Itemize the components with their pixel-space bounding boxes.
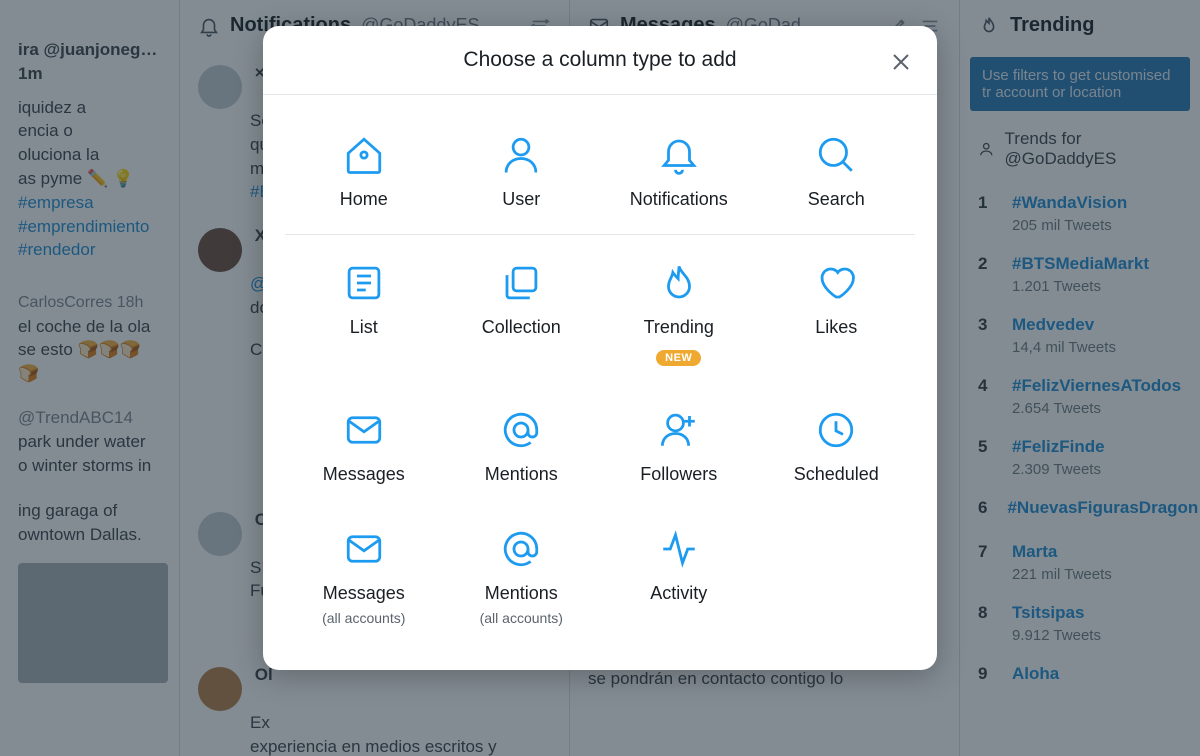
column-type-messages[interactable]: Messages [285,386,443,505]
column-type-mentions-all[interactable]: Mentions (all accounts) [443,505,601,646]
column-type-messages-all[interactable]: Messages (all accounts) [285,505,443,646]
column-type-row: Messages Mentions Followers Scheduled [285,386,915,505]
column-type-collection[interactable]: Collection [443,239,601,386]
column-type-sublabel: (all accounts) [480,610,563,626]
list-icon [336,259,392,307]
new-badge: NEW [656,350,701,366]
column-type-label: Search [808,189,865,210]
column-type-label: Likes [815,317,857,338]
column-type-label: Home [340,189,388,210]
column-type-label: Activity [650,583,707,604]
column-type-label: Notifications [630,189,728,210]
column-type-list[interactable]: List [285,239,443,386]
column-type-notifications[interactable]: Notifications [600,111,758,230]
column-type-sublabel: (all accounts) [322,610,405,626]
modal-title: Choose a column type to add [287,48,913,72]
modal-header: Choose a column type to add [263,26,937,95]
heart-icon [808,259,864,307]
collection-icon [493,259,549,307]
mail-icon [336,406,392,454]
follower-icon [651,406,707,454]
clock-icon [808,406,864,454]
close-button[interactable] [887,48,915,76]
column-type-likes[interactable]: Likes [758,239,916,386]
column-type-label: Messages [323,583,405,604]
close-icon [889,50,913,74]
column-type-row: Messages (all accounts) Mentions (all ac… [285,505,915,646]
at-icon [493,525,549,573]
column-type-label: Followers [640,464,717,485]
column-type-trending[interactable]: Trending NEW [600,239,758,386]
column-type-mentions[interactable]: Mentions [443,386,601,505]
column-type-home[interactable]: Home [285,111,443,230]
mail-icon [336,525,392,573]
home-icon [336,131,392,179]
activity-icon [651,525,707,573]
column-type-row: Home User Notifications Search [285,111,915,230]
column-type-label: List [350,317,378,338]
column-type-scheduled[interactable]: Scheduled [758,386,916,505]
flame-icon [651,259,707,307]
at-icon [493,406,549,454]
divider [285,234,915,235]
column-type-label: Collection [482,317,561,338]
add-column-modal: Choose a column type to add Home User [263,26,937,670]
bell-icon [651,131,707,179]
column-type-label: Trending [644,317,714,338]
column-type-label: Mentions [485,583,558,604]
column-type-label: Messages [323,464,405,485]
column-type-search[interactable]: Search [758,111,916,230]
column-type-label: User [502,189,540,210]
column-type-user[interactable]: User [443,111,601,230]
column-type-activity[interactable]: Activity [600,505,758,646]
column-type-row: List Collection Trending NEW Likes [285,239,915,386]
column-type-label: Scheduled [794,464,879,485]
search-icon [808,131,864,179]
user-icon [493,131,549,179]
column-type-followers[interactable]: Followers [600,386,758,505]
column-type-label: Mentions [485,464,558,485]
